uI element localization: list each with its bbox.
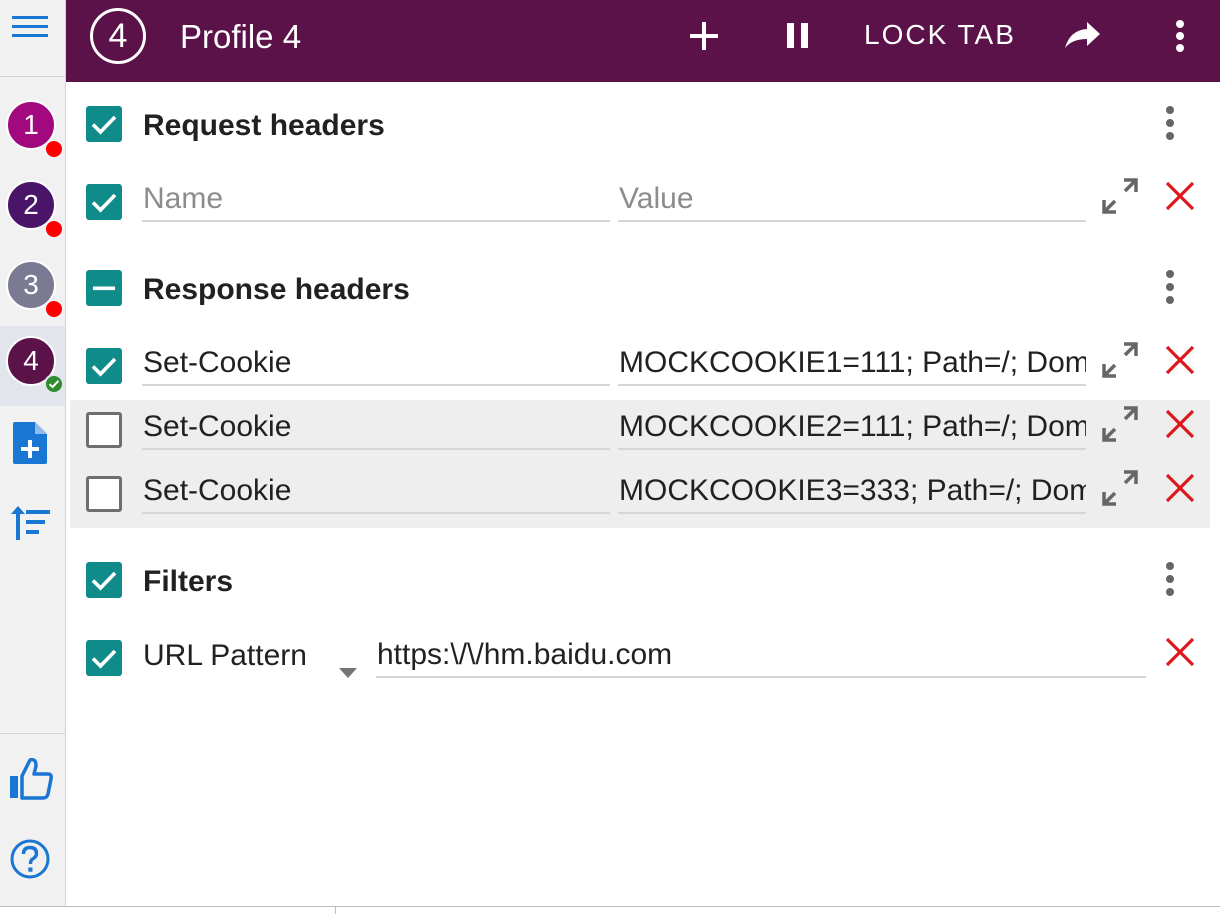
- menu-icon[interactable]: [12, 14, 50, 40]
- add-icon[interactable]: [686, 12, 722, 60]
- more-options-icon[interactable]: [1168, 12, 1192, 60]
- expand-icon[interactable]: [1100, 404, 1140, 444]
- request-headers-checkbox[interactable]: [86, 106, 122, 142]
- filter-url-pattern-input[interactable]: https:\/\/hm.baidu.com: [376, 634, 1146, 678]
- response-header-value-input[interactable]: MOCKCOOKIE1=111; Path=/; Domain=hm.baidu…: [618, 342, 1086, 386]
- filters-menu-icon[interactable]: [1158, 560, 1182, 600]
- response-header-row-checkbox[interactable]: [86, 348, 122, 384]
- filters-title: Filters: [143, 565, 234, 598]
- delete-filter-icon[interactable]: [1162, 634, 1198, 670]
- profile-header-bar: 4 Profile 4 LOCK TAB: [66, 0, 1220, 82]
- sidebar-profile-4[interactable]: 4: [0, 326, 65, 406]
- lock-tab-button[interactable]: LOCK TAB: [864, 17, 1016, 53]
- sidebar-profile-1[interactable]: 1: [0, 86, 65, 166]
- share-icon[interactable]: [1062, 12, 1104, 60]
- add-profile-icon[interactable]: [11, 420, 55, 464]
- response-headers-menu-icon[interactable]: [1158, 268, 1182, 308]
- request-header-value-input[interactable]: Value: [618, 178, 1086, 222]
- sidebar: 1 2 3 4: [0, 0, 66, 906]
- response-header-value-input[interactable]: MOCKCOOKIE3=333; Path=/; Domain=hm.baidu…: [618, 470, 1086, 514]
- bottom-border: [0, 906, 1220, 907]
- response-header-value-input[interactable]: MOCKCOOKIE2=111; Path=/; Domain=hm.baidu…: [618, 406, 1086, 450]
- filter-row-checkbox[interactable]: [86, 640, 122, 676]
- expand-icon[interactable]: [1100, 340, 1140, 380]
- sidebar-divider: [0, 76, 65, 77]
- response-headers-title: Response headers: [143, 273, 410, 306]
- pause-icon[interactable]: [784, 12, 814, 60]
- request-header-name-input[interactable]: Name: [142, 178, 610, 222]
- dropdown-arrow-icon: [338, 650, 358, 690]
- filter-type-select[interactable]: URL Pattern: [143, 636, 363, 678]
- response-header-row-checkbox[interactable]: [86, 412, 122, 448]
- request-headers-title: Request headers: [143, 109, 385, 142]
- thumbs-up-icon[interactable]: [8, 756, 53, 800]
- filters-checkbox[interactable]: [86, 562, 122, 598]
- request-header-row-checkbox[interactable]: [86, 184, 122, 220]
- response-header-name-input[interactable]: Set-Cookie: [142, 406, 610, 450]
- response-headers-checkbox[interactable]: [86, 270, 122, 306]
- expand-icon[interactable]: [1100, 468, 1140, 508]
- check-circle-icon: [44, 374, 64, 394]
- bottom-divider: [335, 906, 336, 914]
- request-headers-menu-icon[interactable]: [1158, 104, 1182, 144]
- expand-icon[interactable]: [1100, 176, 1140, 216]
- sidebar-profile-2[interactable]: 2: [0, 166, 65, 246]
- help-icon[interactable]: [9, 838, 53, 882]
- delete-response-header-icon[interactable]: [1162, 470, 1198, 506]
- sidebar-profile-3[interactable]: 3: [0, 246, 65, 326]
- sort-icon[interactable]: [10, 504, 54, 548]
- error-status-dot: [44, 299, 64, 319]
- error-status-dot: [44, 219, 64, 239]
- error-status-dot: [44, 139, 64, 159]
- response-header-row-checkbox[interactable]: [86, 476, 122, 512]
- response-header-name-input[interactable]: Set-Cookie: [142, 470, 610, 514]
- profile-number-badge: 4: [90, 8, 146, 64]
- filter-type-label: URL Pattern: [143, 639, 307, 672]
- sidebar-divider: [0, 733, 65, 734]
- profile-title[interactable]: Profile 4: [180, 17, 301, 57]
- delete-response-header-icon[interactable]: [1162, 406, 1198, 442]
- response-header-name-input[interactable]: Set-Cookie: [142, 342, 610, 386]
- delete-response-header-icon[interactable]: [1162, 342, 1198, 378]
- delete-request-header-icon[interactable]: [1162, 178, 1198, 214]
